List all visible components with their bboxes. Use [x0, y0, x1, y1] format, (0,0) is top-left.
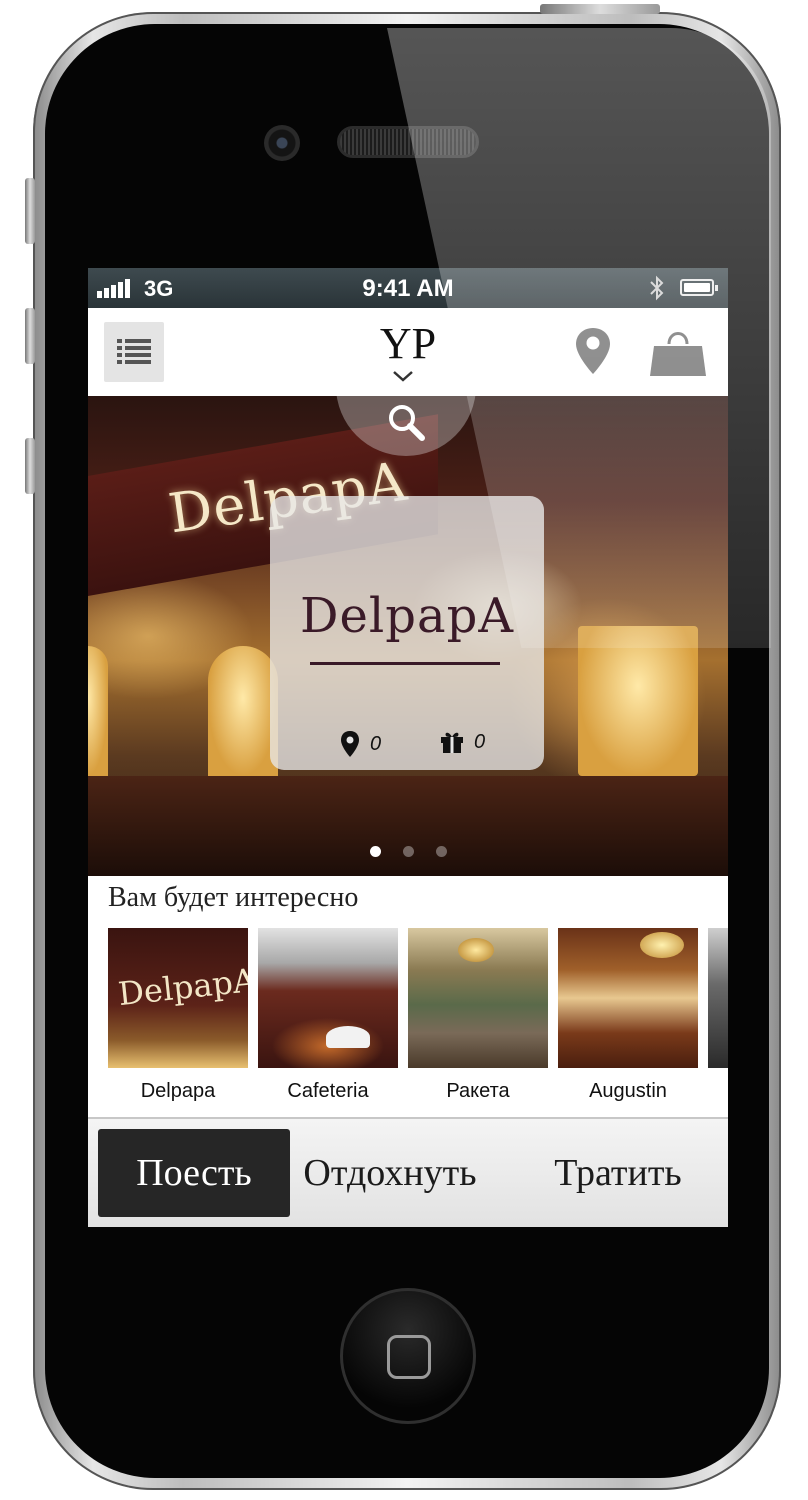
home-square-icon: [387, 1335, 431, 1379]
hero-terrace: [88, 776, 728, 876]
hero-window: [208, 646, 278, 776]
recommendation-label: Ракета: [446, 1080, 510, 1102]
venue-card-underline: [310, 662, 500, 665]
recommendations-title: Вам будет интересно: [108, 882, 359, 913]
app-logo[interactable]: YP: [308, 320, 508, 368]
menu-button[interactable]: [104, 322, 164, 382]
volume-down-button: [25, 438, 35, 494]
thumbnail-chandelier: [640, 932, 684, 958]
bluetooth-icon: [650, 275, 664, 301]
recommendation-label: Augustin: [589, 1080, 667, 1102]
tab-relax[interactable]: Отдохнуть: [294, 1129, 486, 1217]
recommendations-list[interactable]: DelpapA Delpapa Cafeteria Ракета Augusti…: [108, 928, 728, 1108]
tab-eat[interactable]: Поесть: [98, 1129, 290, 1217]
search-icon: [389, 405, 425, 441]
recommendation-thumbnail[interactable]: [258, 928, 398, 1068]
thumbnail-chandelier: [458, 938, 494, 962]
recommendation-item[interactable]: DelpapA Delpapa: [108, 928, 248, 1103]
recommendation-item[interactable]: Augustin: [558, 928, 698, 1103]
hero-window: [88, 646, 108, 776]
venue-card[interactable]: DelpapA 0 0: [270, 496, 544, 770]
thumbnail-sign-text: DelpapA: [116, 960, 248, 1014]
map-pin-icon[interactable]: [574, 326, 612, 376]
battery-icon: [680, 279, 718, 296]
app-screen: 3G 9:41 AM YP DelpapA 0 0 Вам будет инте…: [88, 268, 728, 1227]
recommendation-thumbnail[interactable]: DelpapA: [108, 928, 248, 1068]
volume-up-button: [25, 308, 35, 364]
featured-carousel[interactable]: DelpapA DelpapA 0: [88, 396, 728, 876]
carousel-dot[interactable]: [402, 846, 414, 857]
power-button: [540, 4, 660, 14]
earpiece-speaker: [337, 126, 479, 158]
home-button[interactable]: [340, 1288, 476, 1424]
recommendation-item[interactable]: Cafeteria: [258, 928, 398, 1103]
category-tab-bar: Поесть Отдохнуть Тратить: [88, 1119, 728, 1227]
chevron-down-icon[interactable]: [392, 370, 414, 382]
carousel-dot[interactable]: [435, 846, 447, 857]
shopping-bag-icon[interactable]: [648, 326, 708, 378]
recommendation-item[interactable]: Ракета: [408, 928, 548, 1103]
tab-spend[interactable]: Тратить: [522, 1129, 714, 1217]
venue-gifts-stat: 0: [440, 730, 485, 754]
venue-locations-count: 0: [370, 732, 382, 755]
map-pin-icon: [341, 731, 359, 757]
top-nav-bar: YP: [88, 308, 728, 396]
recommendation-label: Cafeteria: [287, 1080, 369, 1102]
venue-gifts-count: 0: [474, 730, 486, 753]
list-icon: [117, 339, 151, 364]
venue-locations-stat: 0: [340, 730, 381, 758]
recommendation-thumbnail[interactable]: [558, 928, 698, 1068]
recommendation-label: Delpapa: [140, 1080, 216, 1102]
venue-card-name: DelpapA: [300, 588, 514, 644]
status-time: 9:41 AM: [362, 275, 454, 302]
gift-icon: [441, 732, 463, 753]
hero-window: [578, 626, 698, 776]
status-bar: 3G 9:41 AM: [88, 268, 728, 308]
recommendation-thumbnail[interactable]: [708, 928, 728, 1068]
carousel-dot[interactable]: [369, 846, 381, 857]
front-camera: [264, 125, 300, 161]
recommendation-item[interactable]: [708, 928, 728, 1068]
mute-switch: [25, 178, 35, 244]
carousel-pagination: [88, 846, 728, 857]
thumbnail-cup: [326, 1026, 370, 1048]
recommendation-thumbnail[interactable]: [408, 928, 548, 1068]
